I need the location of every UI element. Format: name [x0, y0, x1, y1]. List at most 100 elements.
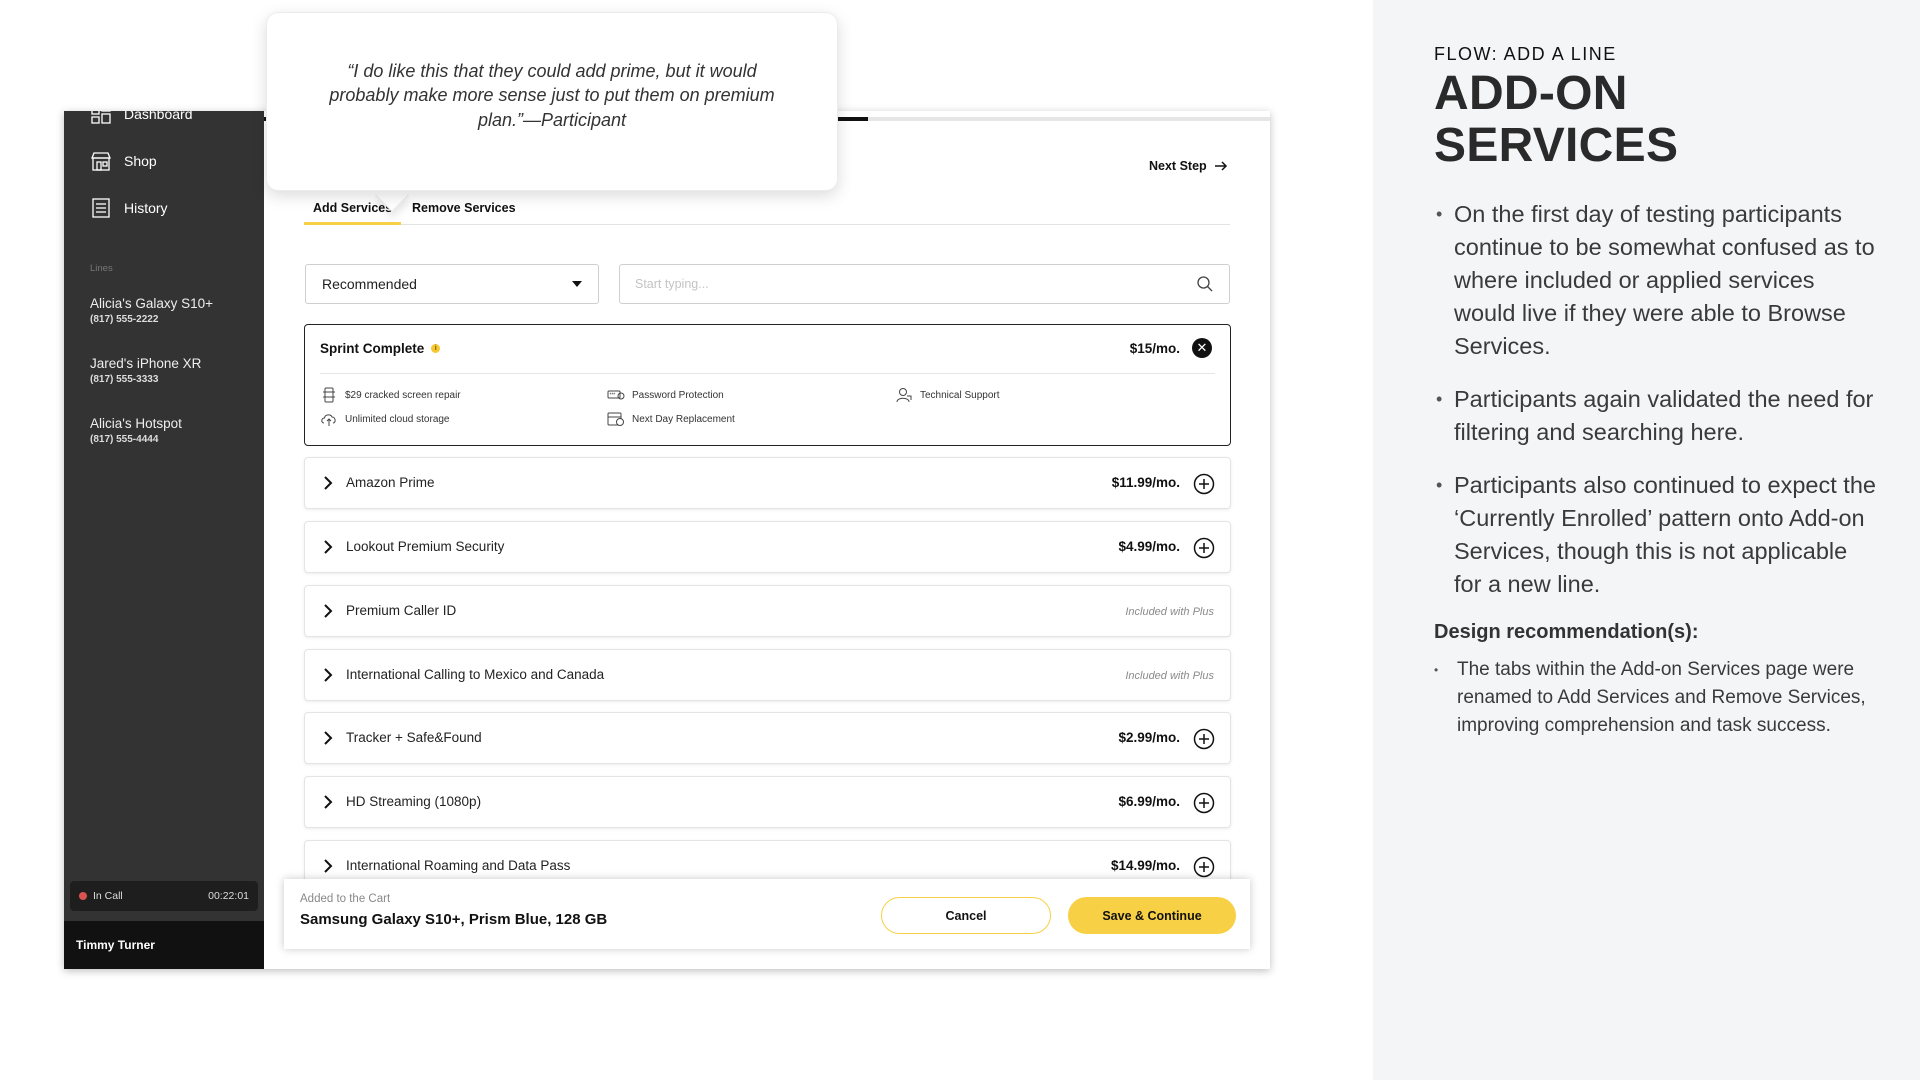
line-name: Alicia's Hotspot [90, 416, 182, 431]
service-row-tracker[interactable]: Tracker + Safe&Found $2.99/mo. [304, 712, 1231, 764]
chevron-right-icon[interactable] [320, 794, 336, 810]
service-row-lookout[interactable]: Lookout Premium Security $4.99/mo. [304, 521, 1231, 573]
included-note: Included with Plus [1125, 670, 1214, 682]
sort-dropdown[interactable]: Recommended [305, 264, 599, 304]
featured-service-card: Sprint Complete i $15/mo. ✕ $29 cracked … [304, 324, 1231, 446]
findings-panel: FLOW: ADD A LINE ADD-ON SERVICES On the … [1373, 0, 1920, 1080]
feature-item: *** Password Protection [607, 387, 724, 403]
search-icon[interactable] [1196, 275, 1214, 293]
service-tabs: Add Services Remove Services [304, 196, 1230, 225]
findings-list: On the first day of testing participants… [1434, 198, 1880, 601]
slide: Dashboard Shop History Lines Alicia's Ga… [0, 0, 1920, 1080]
add-circle-icon[interactable] [1193, 473, 1215, 495]
app-window: Dashboard Shop History Lines Alicia's Ga… [64, 111, 1270, 969]
service-row-intl-calling[interactable]: International Calling to Mexico and Cana… [304, 649, 1231, 701]
sidebar-item-dashboard[interactable]: Dashboard [90, 111, 193, 129]
chevron-right-icon[interactable] [320, 730, 336, 746]
service-name: Amazon Prime [346, 475, 435, 490]
password-icon: *** [607, 390, 625, 400]
feature-label: Technical Support [920, 389, 1000, 401]
feature-item: $29 cracked screen repair [320, 387, 461, 403]
sidebar-line-item[interactable]: Alicia's Hotspot (817) 555-4444 [90, 416, 182, 445]
recommendation-list: The tabs within the Add-on Services page… [1434, 656, 1880, 740]
feature-label: Unlimited cloud storage [345, 413, 450, 425]
remove-service-button[interactable]: ✕ [1192, 338, 1212, 358]
chevron-right-icon[interactable] [320, 667, 336, 683]
feature-item: Next Day Replacement [607, 411, 735, 427]
recommendation-item: The tabs within the Add-on Services page… [1434, 656, 1880, 740]
chevron-right-icon[interactable] [320, 539, 336, 555]
calendar-icon [607, 412, 624, 426]
search-box [619, 264, 1230, 304]
line-name: Jared's iPhone XR [90, 356, 202, 371]
feature-label: Password Protection [632, 389, 724, 401]
search-input[interactable] [635, 277, 1196, 291]
service-name: Lookout Premium Security [346, 539, 505, 554]
caret-down-icon [572, 281, 582, 287]
page-title: ADD-ON SERVICES [1434, 67, 1679, 172]
line-name: Alicia's Galaxy S10+ [90, 296, 214, 311]
add-circle-icon[interactable] [1193, 537, 1215, 559]
cancel-button[interactable]: Cancel [881, 897, 1051, 934]
call-status: In Call [93, 890, 123, 902]
service-price: $4.99/mo. [1118, 539, 1180, 554]
cart-item: Samsung Galaxy S10+, Prism Blue, 128 GB [300, 911, 608, 928]
featured-service-label: Sprint Complete [320, 341, 425, 356]
add-circle-icon[interactable] [1193, 856, 1215, 878]
service-price: $6.99/mo. [1118, 794, 1180, 809]
sidebar-line-item[interactable]: Jared's iPhone XR (817) 555-3333 [90, 356, 201, 385]
sidebar-line-item[interactable]: Alicia's Galaxy S10+ (817) 555-2222 [90, 296, 213, 325]
next-step-label: Next Step [1149, 159, 1207, 173]
tab-remove-services[interactable]: Remove Services [403, 196, 525, 225]
cart-label: Added to the Cart [300, 893, 391, 905]
feature-item: Technical Support [895, 387, 1000, 403]
lines-section-label: Lines [90, 263, 113, 274]
call-status-pill[interactable]: In Call 00:22:01 [70, 881, 258, 911]
chevron-right-icon[interactable] [320, 603, 336, 619]
tab-label: Add Services [313, 201, 393, 215]
dashboard-icon [91, 111, 111, 124]
next-step-button[interactable]: Next Step [1149, 158, 1229, 174]
sidebar-item-label: Shop [124, 153, 157, 169]
history-icon [92, 198, 110, 218]
service-name: Tracker + Safe&Found [346, 730, 482, 745]
participant-quote-callout: “I do like this that they could add prim… [266, 12, 838, 191]
service-price: $14.99/mo. [1110, 858, 1180, 873]
flow-label: FLOW: ADD A LINE [1434, 44, 1617, 64]
sidebar-item-shop[interactable]: Shop [90, 146, 157, 176]
svg-text:***: *** [610, 393, 616, 399]
featured-service-price: $15/mo. [1129, 341, 1180, 356]
support-icon [896, 388, 912, 403]
info-icon[interactable]: i [431, 344, 441, 353]
chevron-right-icon[interactable] [320, 475, 336, 491]
service-row-caller-id[interactable]: Premium Caller ID Included with Plus [304, 585, 1231, 637]
call-timer: 00:22:01 [208, 890, 249, 902]
line-number: (817) 555-4444 [90, 434, 159, 445]
sidebar-item-history[interactable]: History [90, 193, 168, 223]
feature-item: Unlimited cloud storage [320, 411, 450, 427]
chevron-right-icon[interactable] [320, 858, 336, 874]
phone-repair-icon [323, 387, 335, 403]
sidebar-item-label: Dashboard [124, 111, 193, 122]
recording-dot-icon [79, 892, 87, 900]
line-number: (817) 555-3333 [90, 374, 159, 385]
dropdown-value: Recommended [322, 276, 417, 292]
service-name: International Calling to Mexico and Cana… [346, 667, 605, 682]
featured-service-name: Sprint Complete i [320, 341, 441, 356]
service-price: $2.99/mo. [1118, 730, 1180, 745]
feature-label: Next Day Replacement [632, 413, 735, 425]
feature-label: $29 cracked screen repair [345, 389, 461, 401]
finding-item: Participants also continued to expect th… [1434, 469, 1880, 601]
recommendation-heading: Design recommendation(s): [1434, 620, 1699, 643]
add-circle-icon[interactable] [1193, 792, 1215, 814]
service-row-amazon-prime[interactable]: Amazon Prime $11.99/mo. [304, 457, 1231, 509]
divider [320, 373, 1215, 374]
cloud-icon [321, 414, 336, 426]
save-continue-button[interactable]: Save & Continue [1068, 897, 1236, 934]
shop-icon [91, 152, 111, 171]
sidebar: Dashboard Shop History Lines Alicia's Ga… [64, 111, 264, 969]
user-bar[interactable]: Timmy Turner [64, 921, 264, 969]
service-row-hd-streaming[interactable]: HD Streaming (1080p) $6.99/mo. [304, 776, 1231, 828]
add-circle-icon[interactable] [1193, 728, 1215, 750]
service-name: HD Streaming (1080p) [346, 794, 482, 809]
